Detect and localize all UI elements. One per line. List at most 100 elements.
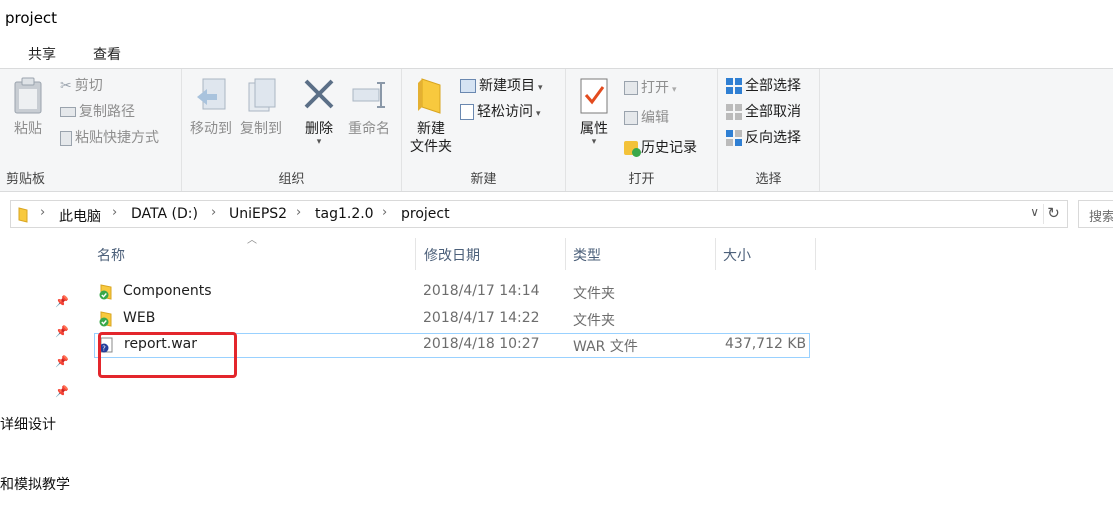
file-type: WAR 文件 <box>573 339 638 355</box>
copy-path-label: 复制路径 <box>79 104 135 120</box>
group-label-organize: 组织 <box>278 172 305 187</box>
refresh-icon[interactable]: ↻ <box>1043 204 1063 224</box>
group-new: 新建 文件夹 新建项目 ▾ 轻松访问 ▾ 新建 <box>402 69 566 191</box>
open-caret-icon: ▾ <box>672 85 677 95</box>
title-bar: project <box>0 0 1113 36</box>
move-to-button[interactable]: 移动到 <box>186 77 236 138</box>
search-placeholder: 搜索 <box>1089 210 1113 225</box>
pin-icon[interactable]: 📌 <box>55 295 69 308</box>
move-to-icon <box>197 78 226 110</box>
new-folder-button[interactable]: 新建 文件夹 <box>406 77 456 156</box>
breadcrumb-data-drive[interactable]: DATA (D:) <box>131 206 198 222</box>
select-all-button[interactable]: 全部选择 <box>726 75 801 97</box>
easy-access-caret-icon: ▾ <box>536 109 541 119</box>
file-name: Components <box>123 283 212 299</box>
red-annotation-box <box>98 332 237 378</box>
move-to-label: 移动到 <box>190 121 232 137</box>
paste-button[interactable]: 粘贴 <box>8 77 48 138</box>
select-none-button[interactable]: 全部取消 <box>726 101 801 123</box>
column-header-date[interactable]: 修改日期 <box>424 245 480 277</box>
properties-button[interactable]: 属性 ▾ <box>572 77 616 147</box>
breadcrumb-separator-icon: › <box>112 205 118 220</box>
copy-to-button[interactable]: 复制到 <box>236 77 286 138</box>
new-item-caret-icon: ▾ <box>538 83 543 93</box>
column-divider[interactable] <box>565 238 566 270</box>
rename-button[interactable]: 重命名 <box>344 77 394 138</box>
nav-item-detailed-design[interactable]: 详细设计 <box>0 414 56 434</box>
clipboard-icon <box>14 77 42 114</box>
new-folder-label-2: 文件夹 <box>410 139 452 155</box>
delete-caret-icon: ▾ <box>316 137 322 147</box>
tab-share[interactable]: 共享 <box>28 44 56 64</box>
column-divider[interactable] <box>415 238 416 270</box>
pin-icon[interactable]: 📌 <box>55 355 69 368</box>
file-row-components[interactable]: Components 2018/4/17 14:14 文件夹 <box>94 280 810 305</box>
open-button[interactable]: 打开 ▾ <box>624 77 677 99</box>
group-label-new: 新建 <box>470 172 497 187</box>
column-header-size[interactable]: 大小 <box>723 245 751 277</box>
history-label: 历史记录 <box>641 140 697 156</box>
breadcrumb-unieps2[interactable]: UniEPS2 <box>229 206 287 222</box>
file-date: 2018/4/18 10:27 <box>423 336 540 352</box>
invert-selection-button[interactable]: 反向选择 <box>726 127 801 149</box>
breadcrumb-separator-icon: › <box>382 205 388 220</box>
scissors-icon: ✂ <box>60 78 72 94</box>
history-icon <box>624 141 641 157</box>
copy-to-icon <box>248 78 276 112</box>
nav-item-simulation-teaching[interactable]: 和模拟教学 <box>0 474 70 494</box>
pin-icon[interactable]: 📌 <box>55 385 69 398</box>
folder-synced-icon <box>99 311 112 327</box>
rename-icon <box>352 82 385 108</box>
new-item-label: 新建项目 <box>479 78 535 94</box>
delete-label: 删除 <box>305 121 333 137</box>
group-label-clipboard: 剪贴板 <box>6 172 46 187</box>
paste-shortcut-icon <box>60 130 72 146</box>
column-header-name[interactable]: 名称 <box>97 245 125 277</box>
properties-label: 属性 <box>580 121 608 137</box>
edit-pencil-icon <box>624 111 638 125</box>
breadcrumb-project[interactable]: project <box>401 206 450 222</box>
breadcrumb-this-pc[interactable]: 此电脑 <box>59 206 101 226</box>
search-box[interactable]: 搜索 <box>1078 200 1113 228</box>
invert-selection-icon <box>726 130 742 146</box>
tab-view[interactable]: 查看 <box>93 44 121 64</box>
file-row-web[interactable]: WEB 2018/4/17 14:22 文件夹 <box>94 307 810 332</box>
easy-access-icon <box>460 104 474 120</box>
column-divider[interactable] <box>815 238 816 270</box>
paste-shortcut-button[interactable]: 粘贴快捷方式 <box>60 127 159 149</box>
history-button[interactable]: 历史记录 <box>624 137 697 159</box>
select-none-label: 全部取消 <box>745 104 801 120</box>
edit-button[interactable]: 编辑 <box>624 107 669 129</box>
select-none-icon <box>726 104 742 120</box>
address-history-chevron-icon[interactable]: ∨ <box>1030 205 1039 219</box>
folder-icon <box>18 207 28 223</box>
pin-icon[interactable]: 📌 <box>55 325 69 338</box>
file-date: 2018/4/17 14:22 <box>423 310 540 326</box>
edit-label: 编辑 <box>641 110 669 126</box>
invert-selection-label: 反向选择 <box>745 130 801 146</box>
breadcrumb-tag[interactable]: tag1.2.0 <box>315 206 374 222</box>
open-label: 打开 <box>641 80 669 96</box>
ribbon: 粘贴 ✂ 剪切 复制路径 粘贴快捷方式 剪贴板 移动到 复制到 删除 ▾ 重命名… <box>0 68 1113 192</box>
new-folder-icon <box>418 78 441 114</box>
group-label-open: 打开 <box>628 172 655 187</box>
column-divider[interactable] <box>715 238 716 270</box>
paste-label: 粘贴 <box>14 121 42 137</box>
select-all-icon <box>726 78 742 94</box>
group-label-select: 选择 <box>755 172 782 187</box>
paste-shortcut-label: 粘贴快捷方式 <box>75 130 159 146</box>
breadcrumb-separator-icon: › <box>40 205 46 220</box>
file-date: 2018/4/17 14:14 <box>423 283 540 299</box>
window-title: project <box>5 9 58 27</box>
file-type: 文件夹 <box>573 286 615 302</box>
column-header-type[interactable]: 类型 <box>573 245 601 277</box>
copy-path-button[interactable]: 复制路径 <box>60 101 135 123</box>
new-item-button[interactable]: 新建项目 ▾ <box>460 75 543 97</box>
cut-button[interactable]: ✂ 剪切 <box>60 75 103 97</box>
delete-button[interactable]: 删除 ▾ <box>296 77 342 147</box>
group-organize: 移动到 复制到 删除 ▾ 重命名 组织 <box>182 69 402 191</box>
group-clipboard: 粘贴 ✂ 剪切 复制路径 粘贴快捷方式 剪贴板 <box>0 69 182 191</box>
address-bar[interactable]: › 此电脑 › DATA (D:) › UniEPS2 › tag1.2.0 ›… <box>10 200 1068 228</box>
easy-access-button[interactable]: 轻松访问 ▾ <box>460 101 541 123</box>
select-all-label: 全部选择 <box>745 78 801 94</box>
